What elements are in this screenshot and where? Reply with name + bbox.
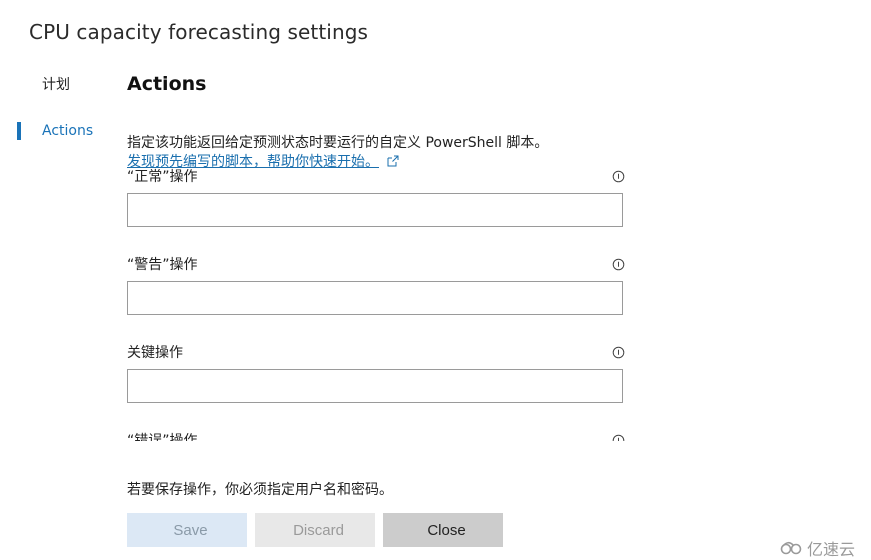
info-icon[interactable] bbox=[612, 434, 625, 441]
section-description: 指定该功能返回给定预测状态时要运行的自定义 PowerShell 脚本。 bbox=[127, 135, 549, 151]
nav-item-schedule[interactable]: 计划 bbox=[42, 74, 70, 94]
normal-action-input[interactable] bbox=[127, 193, 623, 227]
info-icon[interactable] bbox=[612, 258, 625, 271]
save-button[interactable]: Save bbox=[127, 513, 247, 547]
cloud-logo-icon bbox=[780, 541, 802, 555]
info-icon[interactable] bbox=[612, 170, 625, 183]
warning-action-input[interactable] bbox=[127, 281, 623, 315]
discard-button[interactable]: Discard bbox=[255, 513, 375, 547]
page-title: CPU capacity forecasting settings bbox=[29, 20, 369, 44]
critical-action-label: 关键操作 bbox=[127, 345, 183, 361]
credentials-note: 若要保存操作，你必须指定用户名和密码。 bbox=[127, 482, 393, 498]
external-link-icon bbox=[387, 155, 399, 167]
scroll-clip-region: “错误”操作 bbox=[120, 425, 640, 441]
watermark-text: 亿速云 bbox=[807, 540, 856, 559]
normal-action-label: “正常”操作 bbox=[127, 169, 198, 185]
watermark: 亿速云 bbox=[780, 536, 855, 560]
warning-action-label: “警告”操作 bbox=[127, 257, 198, 273]
nav-item-actions[interactable]: Actions bbox=[42, 123, 93, 139]
critical-action-input[interactable] bbox=[127, 369, 623, 403]
section-title: Actions bbox=[127, 73, 207, 95]
info-icon[interactable] bbox=[612, 346, 625, 359]
error-action-label: “错误”操作 bbox=[127, 433, 198, 441]
close-button[interactable]: Close bbox=[383, 513, 503, 547]
nav-active-indicator bbox=[17, 122, 21, 140]
